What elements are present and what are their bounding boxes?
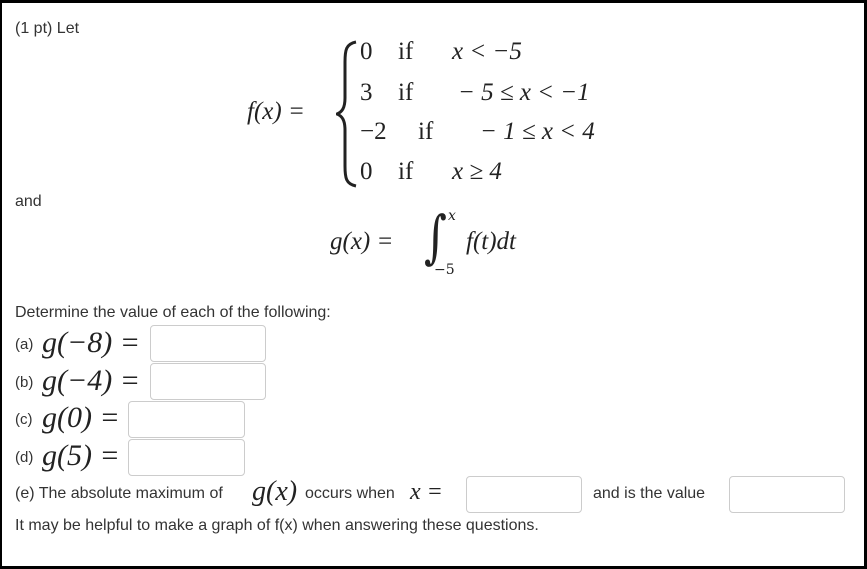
part-e-and-value: and is the value — [593, 485, 706, 502]
integral-sign: ∫ — [424, 204, 447, 271]
case-value: 0 — [360, 158, 373, 185]
part-e-g-expression: g(x) — [252, 476, 297, 508]
answer-input-e-x[interactable] — [466, 476, 582, 513]
problem-intro: (1 pt) Let — [15, 20, 80, 37]
integral-lower-limit: −5 — [434, 262, 455, 278]
question-expression-text: g(0) = — [42, 401, 120, 434]
answer-input-b[interactable] — [150, 363, 266, 400]
question-label: (d) — [15, 449, 34, 466]
case-if: if — [418, 118, 434, 145]
part-e-g-text: g(x) — [252, 476, 298, 507]
f-definition-lhs: f(x) = — [247, 98, 305, 125]
case-condition: − 5 ≤ x < −1 — [458, 79, 590, 106]
answer-input-a[interactable] — [150, 325, 266, 362]
case-condition: − 1 ≤ x < 4 — [480, 118, 595, 145]
question-expression-text: g(−4) = — [42, 364, 140, 397]
answer-input-c[interactable] — [128, 401, 245, 438]
part-e-middle: occurs when — [305, 485, 395, 502]
question-expression-text: g(−8) = — [42, 326, 140, 359]
question-expression: g(−4) = — [42, 364, 140, 398]
and-label: and — [15, 193, 42, 210]
part-e-prefix: (e) The absolute maximum of — [15, 485, 223, 502]
case-value: 3 — [360, 79, 373, 106]
case-value: 0 — [360, 38, 373, 65]
case-if: if — [398, 79, 414, 106]
determine-instructions: Determine the value of each of the follo… — [15, 304, 331, 321]
case-if: if — [398, 38, 414, 65]
question-expression: g(0) = — [42, 401, 120, 435]
question-label: (c) — [15, 411, 33, 428]
g-definition-lhs: g(x) = — [330, 228, 394, 255]
integrand: f(t)dt — [466, 228, 516, 255]
question-expression-text: g(5) = — [42, 439, 120, 472]
case-value: −2 — [360, 118, 387, 145]
question-label: (a) — [15, 336, 34, 353]
hint-text: It may be helpful to make a graph of f(x… — [15, 517, 539, 534]
question-expression: g(5) = — [42, 439, 120, 473]
integral-upper-limit: x — [448, 208, 456, 224]
answer-input-e-max[interactable] — [729, 476, 845, 513]
case-condition: x ≥ 4 — [452, 158, 502, 185]
question-label: (b) — [15, 374, 34, 391]
question-expression: g(−8) = — [42, 326, 140, 360]
case-if: if — [398, 158, 414, 185]
case-condition: x < −5 — [452, 38, 522, 65]
answer-input-d[interactable] — [128, 439, 245, 476]
left-brace — [336, 40, 357, 188]
part-e-x-expression: x = — [410, 479, 443, 505]
